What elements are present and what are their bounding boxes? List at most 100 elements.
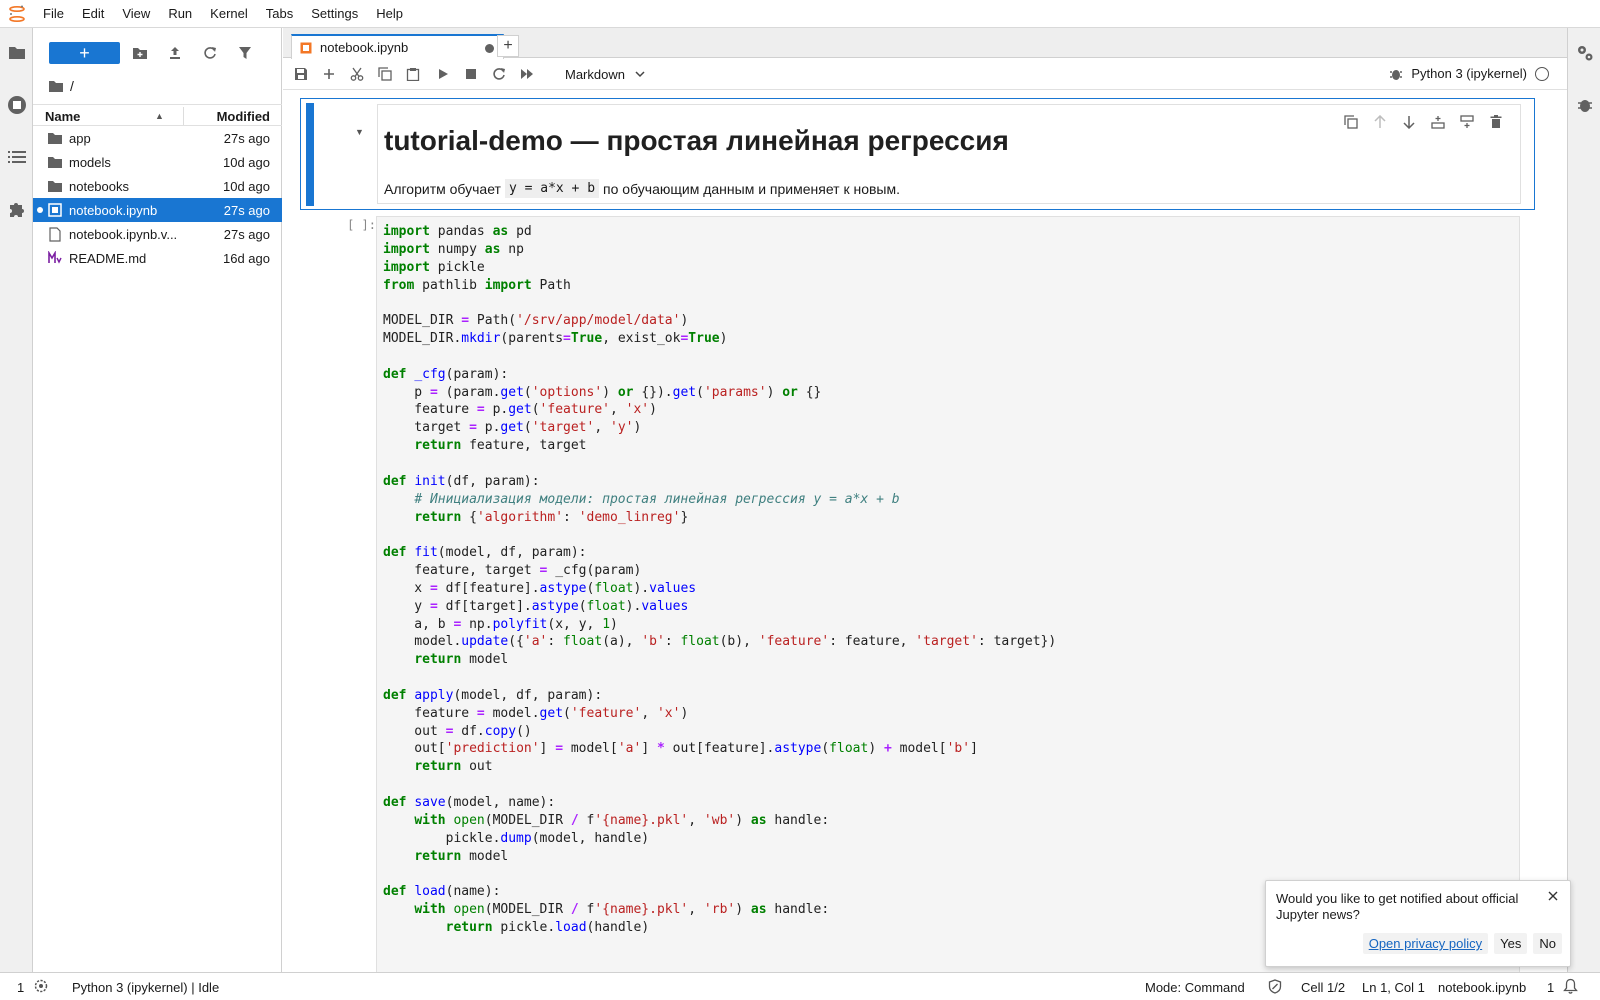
trusted-shield-icon[interactable]: [1268, 979, 1282, 997]
kernel-status[interactable]: Python 3 (ipykernel) | Idle: [72, 980, 219, 995]
notebook-panel: ▼ tutorial-demo — простая линейная регре…: [283, 90, 1567, 972]
chevron-down-icon: [635, 71, 645, 78]
markdown-cell[interactable]: ▼ tutorial-demo — простая линейная регре…: [300, 98, 1535, 210]
duplicate-cell-icon[interactable]: [1342, 113, 1359, 130]
cell-toolbar: [1342, 113, 1504, 130]
breadcrumb[interactable]: /: [48, 78, 74, 94]
move-up-icon[interactable]: [1371, 113, 1388, 130]
filter-icon[interactable]: [236, 44, 254, 62]
file-item-notebook-ipynb[interactable]: notebook.ipynb 27s ago: [33, 198, 282, 222]
menu-kernel[interactable]: Kernel: [201, 0, 257, 28]
cell-type-select[interactable]: Markdown: [565, 67, 645, 82]
menu-run[interactable]: Run: [159, 0, 201, 28]
markdown-rendered[interactable]: tutorial-demo — простая линейная регресс…: [377, 104, 1521, 204]
kernel-area: Python 3 (ipykernel): [1389, 66, 1549, 81]
code-editor[interactable]: import pandas as pd import numpy as np i…: [376, 216, 1520, 972]
cell-type-label: Markdown: [565, 67, 625, 82]
cursor-position[interactable]: Ln 1, Col 1: [1362, 980, 1425, 995]
code-cell[interactable]: [ ]: import pandas as pd import numpy as…: [300, 216, 1535, 972]
unsaved-changes-icon[interactable]: [485, 44, 494, 53]
file-name: README.md: [69, 251, 147, 266]
cut-icon[interactable]: [349, 66, 365, 82]
input-prompt: [ ]:: [347, 218, 376, 232]
terminals-count[interactable]: 1: [17, 980, 24, 995]
collapse-heading-icon[interactable]: ▼: [355, 127, 364, 137]
file-item-readme[interactable]: README.md 16d ago: [33, 246, 282, 270]
close-icon[interactable]: [1546, 889, 1560, 903]
upload-icon[interactable]: [166, 44, 184, 62]
running-sessions-icon[interactable]: [6, 94, 27, 115]
extensions-icon[interactable]: [6, 198, 27, 219]
new-launcher-button[interactable]: +: [49, 42, 120, 64]
property-inspector-icon[interactable]: [1574, 42, 1595, 63]
tab-label: notebook.ipynb: [320, 40, 409, 55]
fast-forward-icon[interactable]: [519, 66, 535, 82]
no-button[interactable]: No: [1533, 933, 1562, 954]
menu-tabs[interactable]: Tabs: [257, 0, 302, 28]
toast-message: Would you like to get notified about off…: [1276, 891, 1519, 922]
debugger-icon[interactable]: [1574, 94, 1595, 115]
sort-ascending-icon[interactable]: ▲: [155, 111, 164, 121]
file-name: notebooks: [69, 179, 129, 194]
privacy-policy-link[interactable]: Open privacy policy: [1362, 933, 1489, 954]
mode-indicator[interactable]: Mode: Command: [1145, 980, 1245, 995]
menu-file[interactable]: File: [34, 0, 73, 28]
menu-edit[interactable]: Edit: [73, 0, 113, 28]
folder-icon: [47, 130, 63, 146]
notification-count[interactable]: 1: [1547, 980, 1554, 995]
bug-icon[interactable]: [1389, 67, 1403, 81]
restart-icon[interactable]: [491, 66, 507, 82]
refresh-icon[interactable]: [201, 44, 219, 62]
notebook-icon: [300, 42, 312, 53]
file-modified: 10d ago: [223, 155, 270, 170]
file-modified: 27s ago: [223, 203, 270, 218]
new-tab-button[interactable]: +: [497, 35, 519, 57]
file-item-app[interactable]: app 27s ago: [33, 126, 282, 150]
table-of-contents-icon[interactable]: [6, 146, 27, 167]
menu-help[interactable]: Help: [367, 0, 412, 28]
inline-code: y = a*x + b: [504, 179, 600, 198]
stop-icon[interactable]: [463, 66, 479, 82]
right-sidebar-tabs: [1567, 28, 1600, 972]
kernel-settings-icon[interactable]: [34, 979, 48, 996]
column-modified[interactable]: Modified: [217, 109, 270, 124]
code-text[interactable]: import pandas as pd import numpy as np i…: [383, 223, 1056, 937]
bell-icon[interactable]: [1563, 978, 1578, 997]
kernel-name[interactable]: Python 3 (ipykernel): [1411, 66, 1527, 81]
folder-icon[interactable]: [6, 42, 27, 63]
column-divider[interactable]: [183, 107, 184, 125]
breadcrumb-root[interactable]: /: [70, 78, 74, 94]
file-item-notebook-ipynb-v[interactable]: notebook.ipynb.v... 27s ago: [33, 222, 282, 246]
file-modified: 16d ago: [223, 251, 270, 266]
left-sidebar-tabs: [0, 28, 33, 972]
file-name: notebook.ipynb.v...: [69, 227, 178, 242]
markdown-icon: [47, 250, 63, 266]
copy-icon[interactable]: [377, 66, 393, 82]
paste-icon[interactable]: [405, 66, 421, 82]
column-name[interactable]: Name: [45, 109, 80, 124]
file-icon: [47, 226, 63, 242]
menu-view[interactable]: View: [113, 0, 159, 28]
file-name: models: [69, 155, 111, 170]
delete-cell-icon[interactable]: [1487, 113, 1504, 130]
insert-below-icon[interactable]: [1458, 113, 1475, 130]
save-icon[interactable]: [293, 66, 309, 82]
tab-bar: notebook.ipynb +: [283, 28, 1567, 59]
file-browser-toolbar: +: [33, 38, 282, 68]
insert-cell-icon[interactable]: [321, 66, 337, 82]
insert-above-icon[interactable]: [1429, 113, 1446, 130]
file-item-notebooks[interactable]: notebooks 10d ago: [33, 174, 282, 198]
move-down-icon[interactable]: [1400, 113, 1417, 130]
menu-settings[interactable]: Settings: [302, 0, 367, 28]
file-modified: 27s ago: [223, 227, 270, 242]
cell-collapser[interactable]: [306, 103, 314, 206]
yes-button[interactable]: Yes: [1494, 933, 1528, 954]
menubar: File Edit View Run Kernel Tabs Settings …: [0, 0, 1600, 28]
file-name: app: [69, 131, 91, 146]
tab-notebook[interactable]: notebook.ipynb: [291, 34, 504, 59]
file-name: notebook.ipynb: [69, 203, 158, 218]
notebook-toolbar: Markdown Python 3 (ipykernel): [283, 58, 1567, 90]
new-folder-icon[interactable]: [131, 44, 149, 62]
file-item-models[interactable]: models 10d ago: [33, 150, 282, 174]
run-icon[interactable]: [435, 66, 451, 82]
